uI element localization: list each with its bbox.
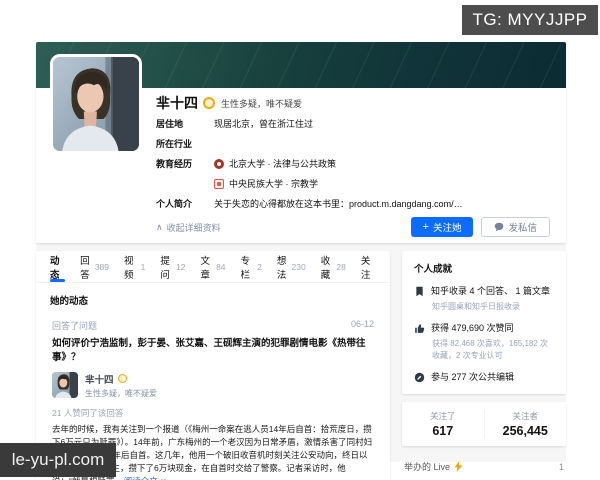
tab-ideas[interactable]: 想法 230 — [277, 251, 306, 282]
tab-questions[interactable]: 提问 12 — [160, 251, 185, 282]
avatar-portrait-illustration — [53, 57, 139, 151]
upvote-meta: 21 人赞同了该回答 — [52, 407, 124, 418]
education-label: 教育经历 — [156, 159, 193, 169]
industry-label: 所在行业 — [156, 139, 193, 149]
live-label: 举办的 Live — [404, 462, 451, 473]
plus-icon: + — [422, 220, 429, 233]
author-avatar[interactable] — [52, 372, 78, 398]
bio-row: 个人简介 关于失恋的心得都放在这本书里：product.m.dangdang.c… — [156, 194, 550, 214]
author-name[interactable]: 芈十四 — [85, 372, 114, 386]
live-row[interactable]: 举办的 Live 1 — [402, 454, 566, 473]
residence-label: 居住地 — [156, 119, 184, 129]
followers-stat[interactable]: 关注者 256,445 — [483, 410, 567, 439]
lightning-icon — [454, 461, 463, 473]
live-count: 1 — [558, 461, 564, 472]
education-entry: 中央民族大学 · 宗教学 — [214, 174, 336, 194]
university-seal-icon — [214, 179, 224, 189]
follow-button[interactable]: + 关注她 — [410, 217, 474, 237]
feed-action-label: 回答了问题 — [52, 321, 98, 331]
tab-videos[interactable]: 视频 1 — [124, 251, 145, 282]
achievements-title: 个人成就 — [414, 264, 453, 275]
education-row: 教育经历 北京大学 · 法律与公共政策 中央民族大学 · 宗教学 — [156, 154, 550, 194]
tab-columns[interactable]: 专栏 2 — [241, 251, 262, 282]
profile-sidebar: 个人成就 知乎收录 4 个回答、 1 篇文章 知乎圆桌和知乎日报收录 获得 47… — [402, 251, 566, 473]
verified-badge-icon — [117, 374, 127, 383]
profile-info: 芈十四 生性多疑，唯不疑爱 居住地 现居北京，曾在浙江住过 所在行业 教育经历 — [156, 88, 566, 243]
achievement-item: 获得 479,690 次赞同 获得 82,468 次喜欢，165,182 次收藏… — [414, 322, 554, 362]
profile-avatar[interactable] — [50, 54, 142, 154]
site-watermark: le-yu-pl.com — [0, 443, 116, 477]
achievement-item: 参与 277 次公共编辑 — [414, 371, 554, 384]
residence-row: 居住地 现居北京，曾在浙江住过 — [156, 114, 550, 134]
feed-date: 06-12 — [350, 319, 374, 329]
chevron-up-icon: ∧ — [156, 221, 163, 232]
tab-activity[interactable]: 动态 — [50, 251, 66, 282]
read-more-link[interactable]: 阅读全文 ∨ — [124, 476, 167, 480]
answer-author: 芈十四 生性多疑，唯不疑爱 — [52, 372, 374, 399]
tab-collections[interactable]: 收藏 28 — [321, 251, 346, 282]
achievement-item: 知乎收录 4 个回答、 1 篇文章 知乎圆桌和知乎日报收录 — [414, 285, 554, 313]
chevron-down-icon: ∨ — [160, 476, 166, 480]
collapse-details-link[interactable]: ∧ 收起详细资料 — [156, 221, 221, 234]
chat-bubble-icon — [495, 222, 504, 232]
university-seal-icon — [214, 159, 224, 169]
question-title[interactable]: 如何评价宁浩监制，彭于晏、张艾嘉、王砚辉主演的犯罪剧情电影《热带往事》？ — [52, 337, 374, 366]
tab-answers[interactable]: 回答 389 — [80, 251, 109, 282]
achievements-card: 个人成就 知乎收录 4 个回答、 1 篇文章 知乎圆桌和知乎日报收录 获得 47… — [402, 251, 566, 395]
thumbs-up-icon — [415, 324, 425, 333]
follow-stats-card: 关注了 617 关注者 256,445 — [402, 402, 567, 447]
tab-following[interactable]: 关注 — [361, 251, 376, 282]
zhihu-profile-page: 芈十四 生性多疑，唯不疑爱 居住地 现居北京，曾在浙江住过 所在行业 教育经历 — [0, 0, 600, 480]
industry-row: 所在行业 — [156, 134, 550, 154]
profile-headline: 生性多疑，唯不疑爱 — [221, 98, 303, 109]
collection-icon — [416, 286, 423, 297]
education-entry: 北京大学 · 法律与公共政策 — [214, 154, 336, 174]
tg-watermark: TG: MYYJJPP — [462, 5, 598, 35]
bio-value: 关于失恋的心得都放在这本书里：product.m.dangdang.com/… — [214, 199, 463, 209]
send-message-button[interactable]: 发私信 — [481, 217, 550, 237]
profile-tabs: 动态 回答 389 视频 1 提问 12 文章 84 专栏 2 想法 230 收藏 28 关注 — [36, 251, 390, 283]
author-headline: 生性多疑，唯不疑爱 — [85, 388, 157, 398]
tab-articles[interactable]: 文章 84 — [200, 251, 225, 282]
feed-section-title: 她的动态 — [50, 296, 89, 307]
edit-icon — [414, 372, 425, 383]
avatar-portrait-illustration — [52, 372, 78, 398]
profile-name: 芈十四 — [156, 95, 198, 111]
profile-header-card: 芈十四 生性多疑，唯不疑爱 居住地 现居北京，曾在浙江住过 所在行业 教育经历 — [36, 42, 566, 243]
page-background: 芈十四 生性多疑，唯不疑爱 居住地 现居北京，曾在浙江住过 所在行业 教育经历 — [36, 42, 566, 480]
verified-badge-icon[interactable] — [203, 97, 215, 109]
bio-label: 个人简介 — [156, 199, 193, 209]
residence-value: 现居北京，曾在浙江住过 — [214, 119, 314, 129]
following-stat[interactable]: 关注了 617 — [402, 410, 484, 438]
